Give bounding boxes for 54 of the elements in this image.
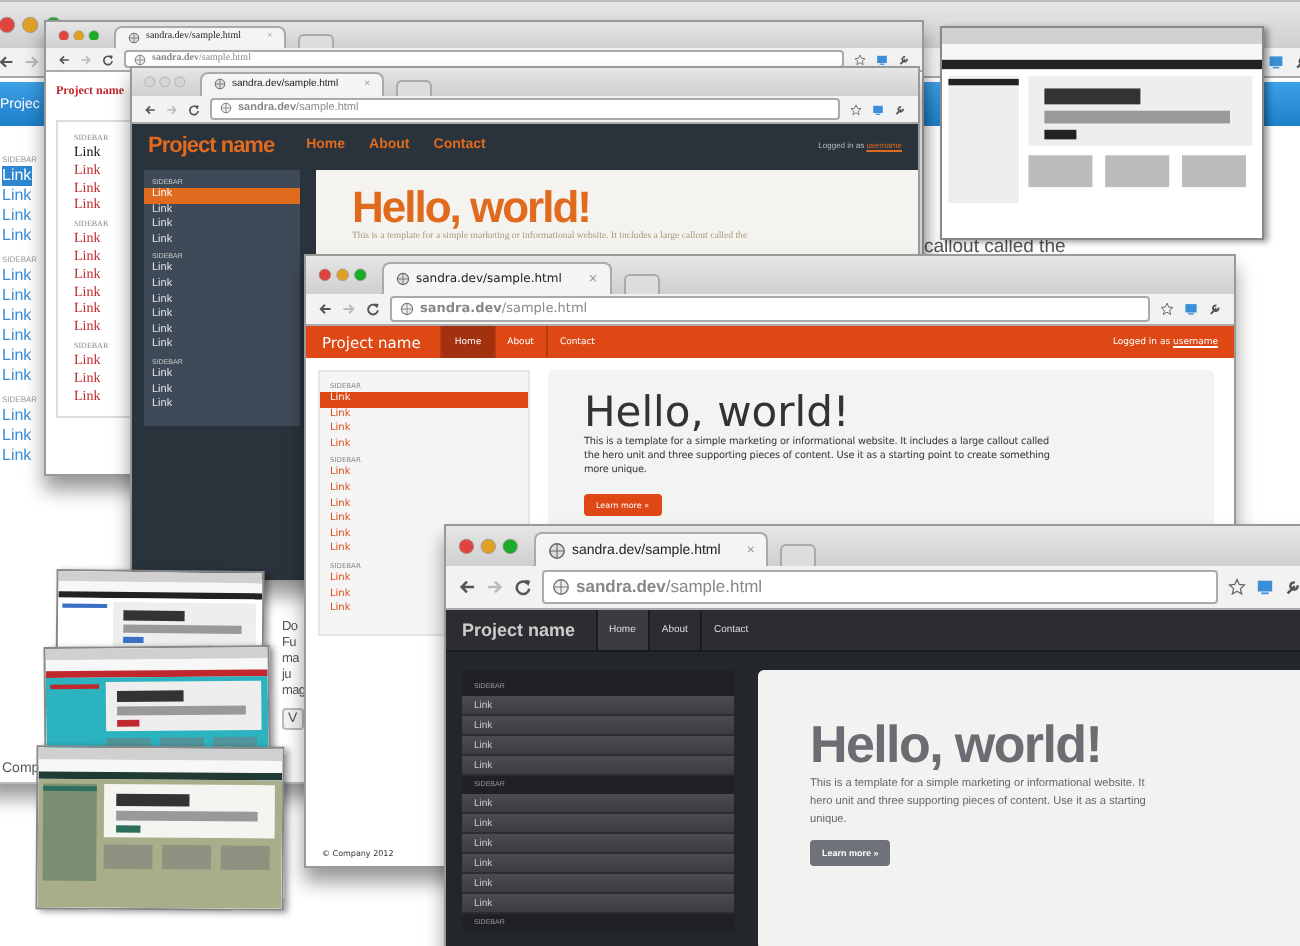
wrench-icon[interactable]: [894, 103, 906, 115]
back-arrow-icon[interactable]: [144, 103, 156, 115]
sidebar-link[interactable]: Link: [2, 306, 32, 326]
window-controls-icon[interactable]: [58, 29, 102, 41]
back-arrow-icon[interactable]: [0, 54, 14, 70]
brand-link[interactable]: Project name: [148, 133, 275, 157]
hero-title: Hello, world!: [584, 388, 852, 436]
forward-arrow-icon[interactable]: [24, 54, 40, 70]
sidebar-link[interactable]: Link: [2, 166, 32, 186]
brand-link[interactable]: Project name: [462, 620, 576, 640]
star-icon[interactable]: [854, 53, 866, 65]
globe-icon: [220, 102, 232, 115]
sidebar-link[interactable]: Link: [2, 206, 32, 226]
wrench-icon[interactable]: [1208, 302, 1222, 316]
monitor-icon[interactable]: [872, 103, 884, 115]
sidebar-link[interactable]: Link: [2, 366, 32, 386]
globe-icon: [548, 541, 566, 559]
wrench-icon[interactable]: [1284, 578, 1300, 596]
sidebar-link[interactable]: Link: [2, 186, 32, 206]
hero-text: callout called the: [924, 238, 1066, 256]
back-arrow-icon[interactable]: [318, 302, 332, 316]
back-arrow-icon[interactable]: [458, 578, 476, 596]
reload-icon[interactable]: [188, 103, 200, 115]
star-icon[interactable]: [1228, 578, 1246, 596]
window-controls-icon[interactable]: [318, 268, 370, 282]
monitor-icon[interactable]: [1256, 578, 1274, 596]
hero-title: Hello, world!: [352, 184, 590, 230]
sidebar-link[interactable]: Link: [2, 446, 32, 466]
window-controls-icon[interactable]: [458, 537, 522, 555]
hero-title: Hello, world!: [810, 714, 1104, 776]
globe-icon: [134, 53, 146, 65]
sidebar-link[interactable]: Link: [2, 266, 32, 286]
sidebar-link[interactable]: Link: [2, 326, 32, 346]
globe-icon: [396, 271, 410, 286]
globe-icon: [214, 78, 226, 91]
monitor-icon[interactable]: [1184, 302, 1198, 316]
sidebar-link[interactable]: Link: [2, 406, 32, 426]
reload-icon[interactable]: [366, 302, 380, 316]
star-icon[interactable]: [1160, 302, 1174, 316]
sidebar-link[interactable]: Link: [2, 426, 32, 446]
sidebar-link[interactable]: Link: [2, 286, 32, 306]
back-arrow-icon[interactable]: [58, 53, 70, 65]
globe-icon: [128, 31, 140, 44]
globe-icon: [552, 577, 570, 596]
wrench-icon[interactable]: [898, 53, 910, 65]
star-icon[interactable]: [850, 103, 862, 115]
sidebar-link[interactable]: Link: [2, 346, 32, 366]
reload-icon[interactable]: [514, 578, 532, 596]
globe-icon: [400, 301, 414, 316]
sidebar-link[interactable]: Link: [2, 226, 32, 246]
address-field[interactable]: sandra.dev/sample.html: [542, 569, 1218, 605]
monitor-icon[interactable]: [1268, 54, 1284, 70]
monitor-icon[interactable]: [876, 53, 888, 65]
reload-icon[interactable]: [102, 53, 114, 65]
